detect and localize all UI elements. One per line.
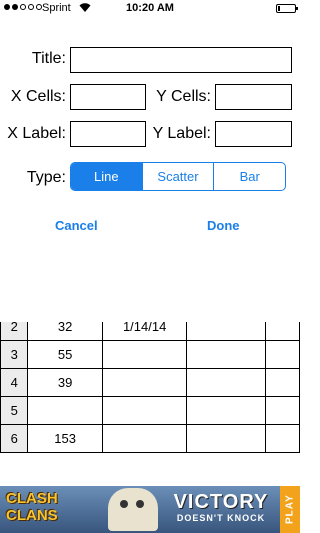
cell[interactable] [186,396,267,425]
cell[interactable] [265,368,300,397]
cell[interactable] [27,396,103,425]
ad-character-image [108,488,158,531]
type-bar-segment[interactable]: Bar [214,163,285,190]
row-number[interactable]: 5 [0,396,29,425]
cell[interactable] [265,424,300,453]
cell[interactable] [186,424,267,453]
chart-type-selector: Line Scatter Bar [70,162,286,191]
spreadsheet-grid: 2 32 1/14/14 3 55 4 39 5 6 153 [0,322,300,486]
y-cells-label: Y Cells: [156,88,211,105]
status-time: 10:20 AM [126,2,174,14]
x-label-label: X Label: [7,125,66,142]
ad-tagline: DOESN'T KNOCK [176,513,266,523]
cancel-button[interactable]: Cancel [55,218,98,233]
done-button[interactable]: Done [207,218,240,233]
cell[interactable]: 153 [27,424,103,453]
cell[interactable] [101,368,188,397]
table-row: 3 55 [0,340,300,369]
type-label: Type: [26,169,66,186]
table-row: 2 32 1/14/14 [0,322,300,341]
ad-logo: CLASH CLANS [6,490,58,524]
cell[interactable]: 32 [27,322,103,341]
type-line-segment[interactable]: Line [71,163,143,190]
cell[interactable] [101,424,188,453]
y-cells-input[interactable] [215,84,292,110]
ad-banner[interactable]: CLASH CLANS VICTORY DOESN'T KNOCK PLAY [0,486,300,533]
cell[interactable] [265,396,300,425]
y-label-input[interactable] [215,121,292,147]
ad-play-button[interactable]: PLAY [280,486,300,533]
row-number[interactable]: 4 [0,368,29,397]
type-scatter-segment[interactable]: Scatter [143,163,215,190]
x-cells-input[interactable] [70,84,146,110]
cell[interactable] [101,340,188,369]
y-label-label: Y Label: [152,125,211,142]
x-label-input[interactable] [70,121,146,147]
cell[interactable]: 39 [27,368,103,397]
title-input[interactable] [70,47,292,73]
cell[interactable] [186,340,267,369]
table-row: 4 39 [0,368,300,397]
cell[interactable] [186,322,267,341]
row-number[interactable]: 3 [0,340,29,369]
cell[interactable] [101,396,188,425]
row-number[interactable]: 6 [0,424,29,453]
title-label: Title: [31,50,66,67]
cell[interactable] [186,368,267,397]
x-cells-label: X Cells: [10,88,66,105]
table-row: 6 153 [0,424,300,453]
cell[interactable]: 55 [27,340,103,369]
cell[interactable] [265,322,300,341]
ad-headline: VICTORY [173,491,269,513]
battery-icon [276,4,298,13]
table-row: 5 [0,396,300,425]
cell[interactable]: 1/14/14 [101,322,188,341]
row-number[interactable]: 2 [0,322,29,341]
status-bar: Sprint 10:20 AM [0,0,300,18]
cell[interactable] [265,340,300,369]
